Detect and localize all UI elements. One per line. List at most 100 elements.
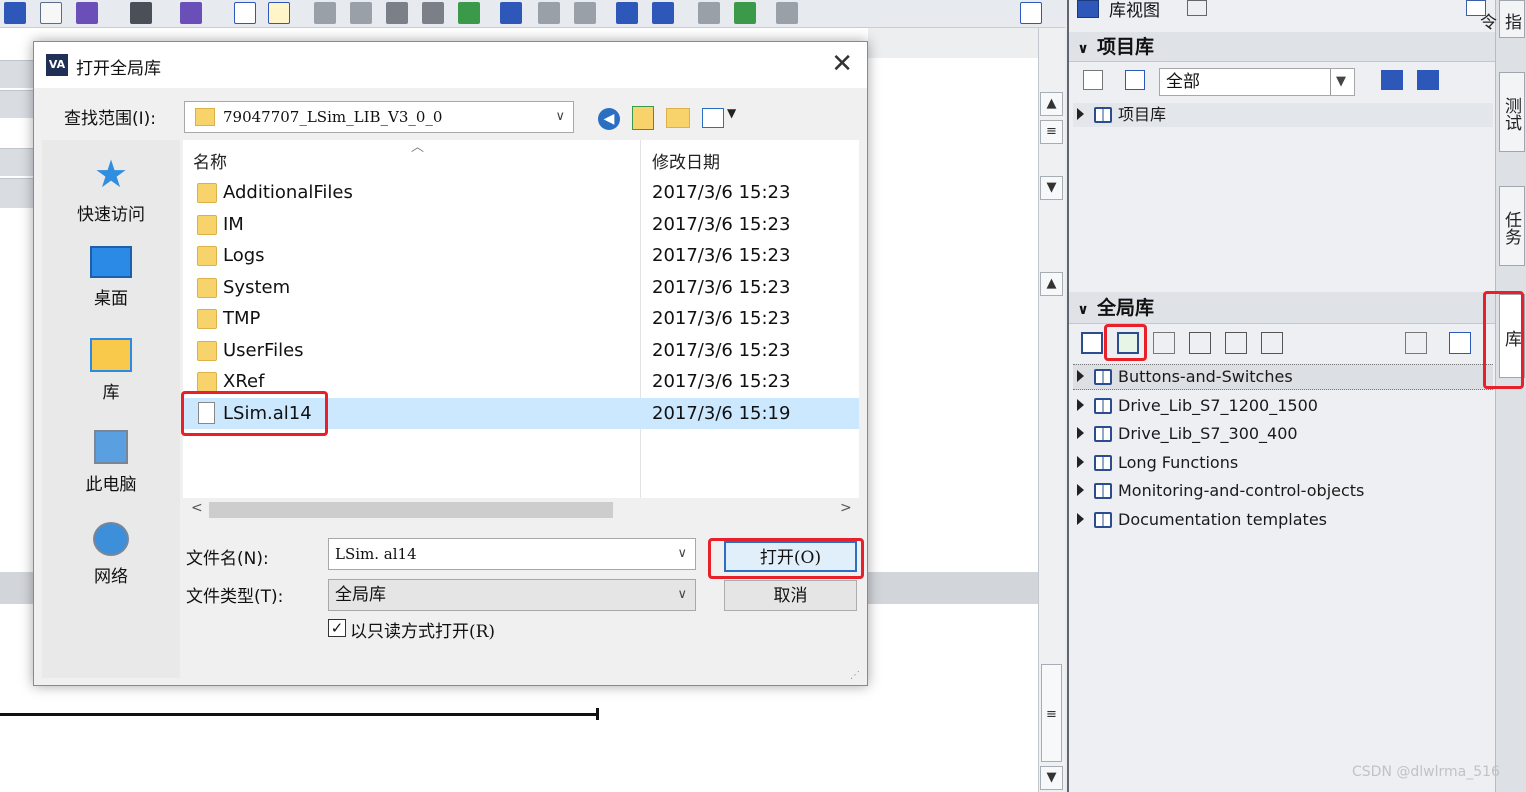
project-library-item-label: 项目库	[1118, 105, 1167, 124]
library-view-icon[interactable]	[1077, 0, 1099, 18]
list-icon[interactable]	[234, 2, 256, 24]
scroll-up-icon[interactable]: ▲	[1040, 92, 1063, 116]
hscroll-thumb[interactable]	[209, 502, 613, 518]
chevron-down-icon[interactable]: ▼	[1330, 69, 1346, 95]
toolbar-icon-8[interactable]	[314, 2, 336, 24]
filename-input[interactable]: LSim. al14 ∨	[328, 538, 696, 570]
library-settings-icon[interactable]	[1405, 332, 1427, 354]
place-quick-access[interactable]: ★ 快速访问	[42, 154, 180, 225]
look-in-select[interactable]: 79047707_LSim_LIB_V3_0_0 ∨	[184, 101, 574, 133]
column-header-date[interactable]: 修改日期	[652, 148, 720, 173]
up-folder-icon[interactable]	[632, 106, 654, 130]
library-filter-select[interactable]: 全部 ▼	[1159, 68, 1355, 96]
expand-arrow-icon[interactable]	[1077, 484, 1084, 497]
save-library-icon[interactable]	[1153, 332, 1175, 354]
global-library-item[interactable]: Long Functions	[1077, 450, 1238, 476]
global-library-item[interactable]: Drive_Lib_S7_300_400	[1077, 421, 1298, 447]
place-network[interactable]: 网络	[42, 522, 180, 587]
project-library-item[interactable]: 项目库	[1077, 102, 1166, 128]
column-header-name[interactable]: 名称	[193, 148, 227, 173]
close-icon[interactable]: ✕	[831, 50, 853, 78]
scroll-right-icon[interactable]: >	[840, 500, 852, 516]
new-global-library-icon[interactable]	[1081, 332, 1103, 354]
import-icon[interactable]	[1417, 70, 1439, 90]
place-this-pc[interactable]: 此电脑	[42, 430, 180, 495]
expand-arrow-icon[interactable]	[1077, 455, 1084, 468]
toolbar-icon-12[interactable]	[458, 2, 480, 24]
toolbar-icon-5[interactable]	[180, 2, 202, 24]
global-library-header[interactable]: ∨ 全局库	[1069, 292, 1495, 324]
toolbar-icon-21[interactable]	[1020, 2, 1042, 24]
toolbar-icon-10[interactable]	[386, 2, 408, 24]
view-menu-icon[interactable]	[702, 108, 724, 128]
file-row[interactable]: TMP 2017/3/6 15:23	[183, 303, 859, 334]
toolbar-icon-1[interactable]	[4, 2, 26, 24]
file-row[interactable]: System 2017/3/6 15:23	[183, 272, 859, 303]
global-library-item[interactable]: Monitoring-and-control-objects	[1077, 478, 1364, 504]
toolbar-icon-11[interactable]	[422, 2, 444, 24]
toolbar-icon-16[interactable]	[616, 2, 638, 24]
expand-arrow-icon[interactable]	[1077, 398, 1084, 411]
file-row[interactable]: IM 2017/3/6 15:23	[183, 209, 859, 240]
scroll-down-icon[interactable]: ▼	[1040, 766, 1063, 790]
toolbar-icon-9[interactable]	[350, 2, 372, 24]
expand-arrow-icon[interactable]	[1077, 427, 1084, 440]
expand-arrow-icon[interactable]	[1077, 513, 1084, 525]
readonly-checkbox[interactable]: ✓	[328, 619, 346, 637]
back-icon[interactable]: ◀	[598, 108, 620, 130]
editor-strip	[0, 90, 35, 118]
global-library-item[interactable]: Buttons-and-Switches	[1077, 364, 1293, 390]
scroll-up-icon[interactable]: ▲	[1040, 272, 1063, 296]
update-library-icon[interactable]	[1189, 332, 1211, 354]
library-view-button-icon[interactable]	[1187, 0, 1207, 16]
library-view-label[interactable]: 库视图	[1109, 0, 1160, 21]
toolbar-icon-7[interactable]	[268, 2, 290, 24]
global-library-item[interactable]: Drive_Lib_S7_1200_1500	[1077, 393, 1318, 419]
file-list-hscrollbar[interactable]: < >	[183, 498, 859, 522]
toolbar-icon-19[interactable]	[734, 2, 756, 24]
toolbar-icon-17[interactable]	[652, 2, 674, 24]
export-icon[interactable]	[1381, 70, 1403, 90]
comment-icon[interactable]	[40, 2, 62, 24]
global-library-item[interactable]: Documentation templates	[1077, 507, 1327, 533]
cancel-button[interactable]: 取消	[724, 580, 857, 611]
chevron-down-icon[interactable]: ∨	[677, 580, 687, 610]
expand-arrow-icon[interactable]	[1077, 370, 1084, 382]
filetype-select[interactable]: 全局库 ∨	[328, 579, 696, 611]
toolbar-icon-18[interactable]	[698, 2, 720, 24]
tab-tasks[interactable]: 任务	[1499, 186, 1525, 266]
readonly-label[interactable]: 以只读方式打开(R)	[350, 617, 495, 642]
export-library-icon[interactable]	[1225, 332, 1247, 354]
expand-arrow-icon[interactable]	[1077, 108, 1084, 120]
new-library-icon[interactable]	[1083, 70, 1103, 90]
scroll-left-icon[interactable]: <	[191, 500, 203, 516]
list-view-icon[interactable]	[1449, 332, 1471, 354]
scroll-down-icon[interactable]: ▼	[1040, 176, 1063, 200]
chevron-down-icon[interactable]: ∨	[1069, 34, 1097, 64]
file-row[interactable]: UserFiles 2017/3/6 15:23	[183, 335, 859, 366]
place-desktop[interactable]: 桌面	[42, 246, 180, 309]
toolbar-icon-15[interactable]	[574, 2, 596, 24]
toolbar-icon-20[interactable]	[776, 2, 798, 24]
chevron-down-icon[interactable]: ∨	[1069, 294, 1097, 326]
tab-instructions[interactable]: 指令	[1476, 0, 1525, 38]
project-library-header[interactable]: ∨ 项目库	[1069, 32, 1495, 62]
resize-grip-icon[interactable]: ⋰	[850, 670, 860, 681]
filename-label: 文件名(N):	[186, 549, 269, 569]
toolbar-icon-14[interactable]	[538, 2, 560, 24]
toolbar-icon-4[interactable]	[130, 2, 152, 24]
toolbar-icon-3[interactable]	[76, 2, 98, 24]
file-row[interactable]: Logs 2017/3/6 15:23	[183, 240, 859, 271]
file-date: 2017/3/6 15:23	[652, 308, 791, 329]
chevron-down-icon[interactable]: ▼	[727, 106, 736, 120]
chevron-down-icon[interactable]: ∨	[677, 539, 687, 569]
toolbar-icon-13[interactable]	[500, 2, 522, 24]
new-folder-icon[interactable]	[666, 108, 690, 128]
place-libraries[interactable]: 库	[42, 338, 180, 403]
chevron-down-icon[interactable]: ∨	[555, 102, 565, 132]
import-library-icon[interactable]	[1261, 332, 1283, 354]
scroll-grip-icon[interactable]: ≡	[1040, 120, 1063, 144]
file-row[interactable]: AdditionalFiles 2017/3/6 15:23	[183, 177, 859, 208]
list-view-icon[interactable]	[1125, 70, 1145, 90]
tab-testing[interactable]: 测试	[1499, 72, 1525, 152]
